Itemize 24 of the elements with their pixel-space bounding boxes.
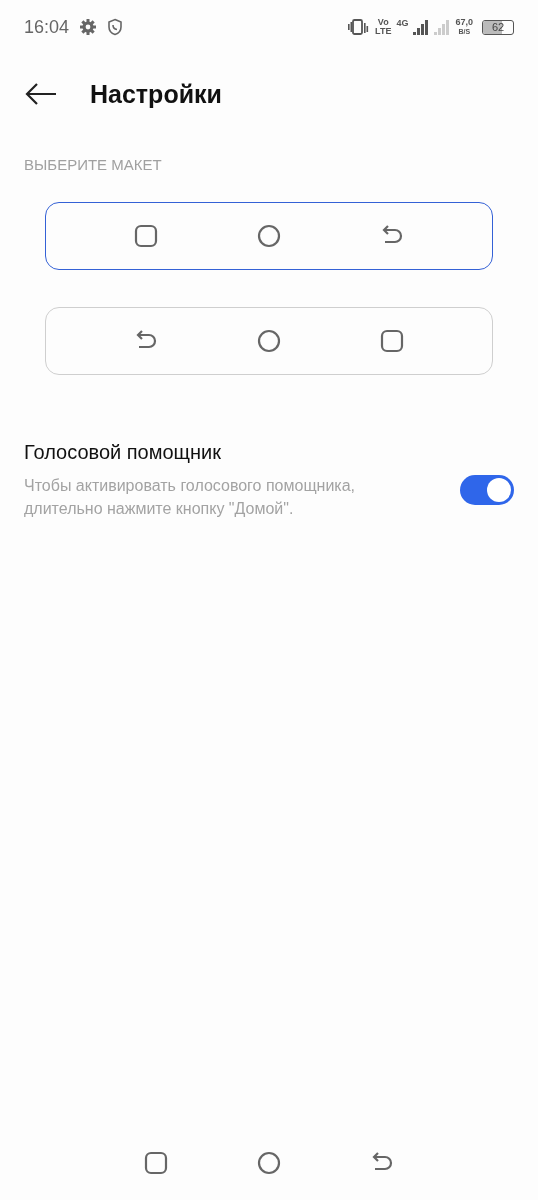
page-title: Настройки <box>90 79 222 109</box>
vibrate-icon <box>346 18 371 36</box>
setting-description: Чтобы активировать голосового помощника, длительно нажмите кнопку "Домой". <box>24 476 357 519</box>
gear-icon <box>79 18 98 36</box>
square-icon[interactable] <box>144 1151 169 1175</box>
circle-icon <box>257 224 281 248</box>
shield-icon <box>107 18 124 36</box>
circle-icon <box>257 329 281 353</box>
toggle-switch[interactable] <box>460 474 514 505</box>
back-arrow-icon[interactable] <box>24 82 58 106</box>
square-icon <box>380 329 405 353</box>
volte-label: LTE <box>375 27 392 36</box>
setting-title: Голосовой помощник <box>24 441 223 464</box>
clock: 16:04 <box>24 16 70 38</box>
square-icon <box>133 224 158 248</box>
signal-icon <box>434 18 451 36</box>
battery-level: 62 <box>490 20 506 34</box>
volte-label: Vo <box>377 18 389 27</box>
circle-icon[interactable] <box>257 1151 281 1175</box>
speed-value: 67,0 <box>455 18 473 27</box>
layout-option[interactable] <box>45 202 493 270</box>
network-label: 4G <box>396 18 409 28</box>
signal-icon <box>413 18 430 36</box>
section-label: ВЫБЕРИТЕ МАКЕТ <box>23 155 163 175</box>
